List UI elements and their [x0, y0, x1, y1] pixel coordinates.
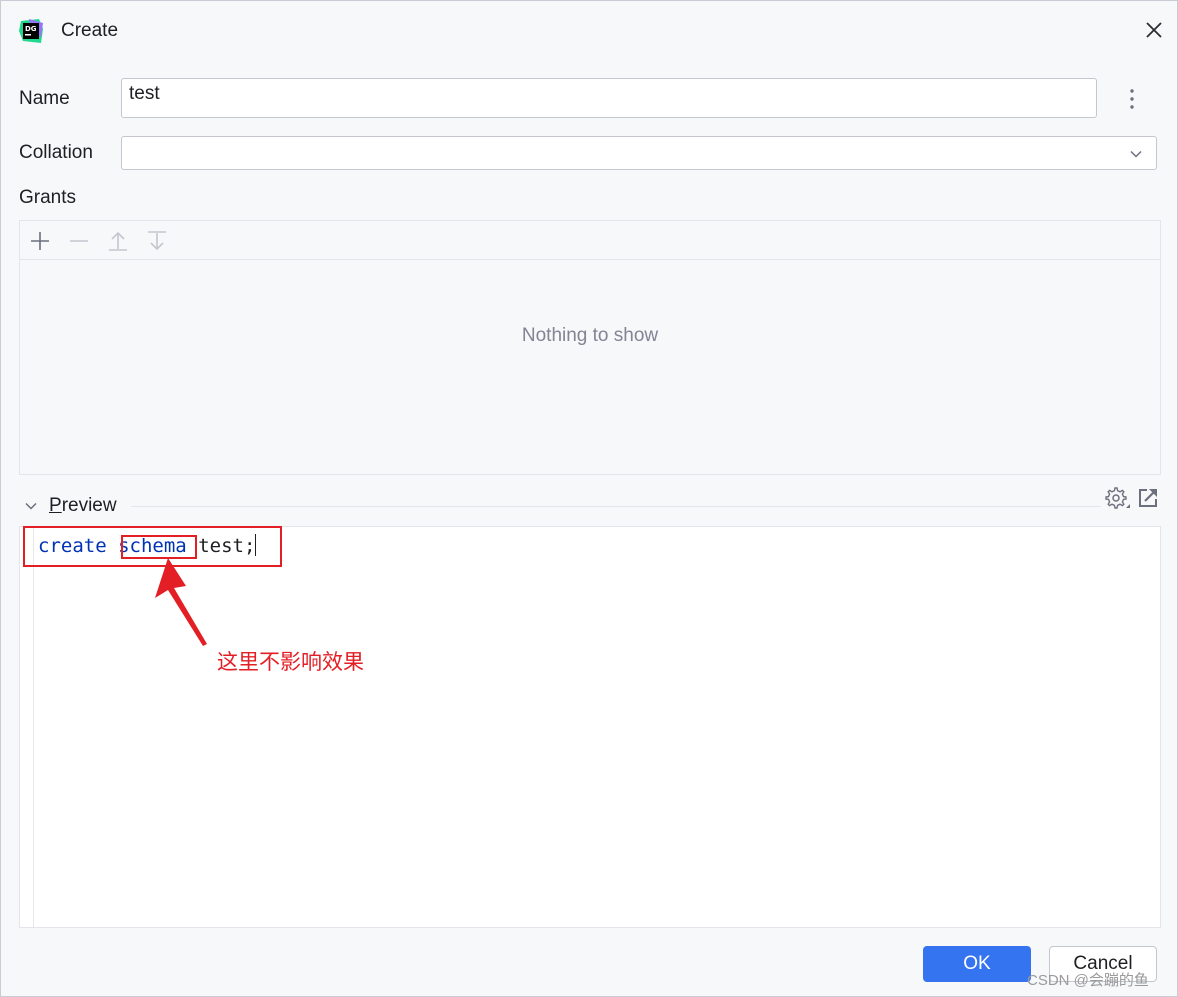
chevron-down-icon[interactable]	[23, 498, 39, 514]
name-input[interactable]	[121, 78, 1097, 118]
ok-button[interactable]: OK	[923, 946, 1031, 982]
grants-table: Nothing to show	[19, 220, 1161, 475]
svg-text:DG: DG	[25, 25, 37, 33]
preview-mnemonic: P	[49, 495, 62, 516]
grants-toolbar	[20, 221, 1160, 260]
annotation-note: 这里不影响效果	[217, 651, 364, 674]
grants-label: Grants	[19, 187, 77, 208]
move-up-icon[interactable]	[106, 229, 130, 253]
minus-icon[interactable]	[67, 229, 91, 253]
collation-label: Collation	[19, 142, 93, 163]
move-down-icon[interactable]	[145, 229, 169, 253]
collation-dropdown[interactable]	[121, 136, 1157, 170]
editor-gutter	[33, 527, 34, 927]
watermark: CSDN @会蹦的鱼	[1027, 972, 1149, 989]
preview-title: review	[61, 495, 117, 516]
more-options-icon[interactable]	[1121, 87, 1143, 111]
preview-section-toggle[interactable]: Preview	[49, 495, 117, 517]
create-dialog: DG Create Name Collation Grants	[0, 0, 1178, 997]
name-label: Name	[19, 88, 70, 109]
plus-icon[interactable]	[28, 229, 52, 253]
dialog-title: Create	[61, 20, 119, 41]
annotation-arrow-icon	[155, 558, 207, 646]
close-icon[interactable]	[1141, 17, 1167, 43]
chevron-down-icon	[1130, 150, 1142, 158]
separator	[131, 506, 1101, 507]
datagrip-logo-icon: DG	[19, 19, 43, 43]
gear-icon[interactable]	[1105, 487, 1131, 511]
empty-state-text: Nothing to show	[521, 325, 659, 346]
open-in-editor-icon[interactable]	[1137, 487, 1159, 509]
